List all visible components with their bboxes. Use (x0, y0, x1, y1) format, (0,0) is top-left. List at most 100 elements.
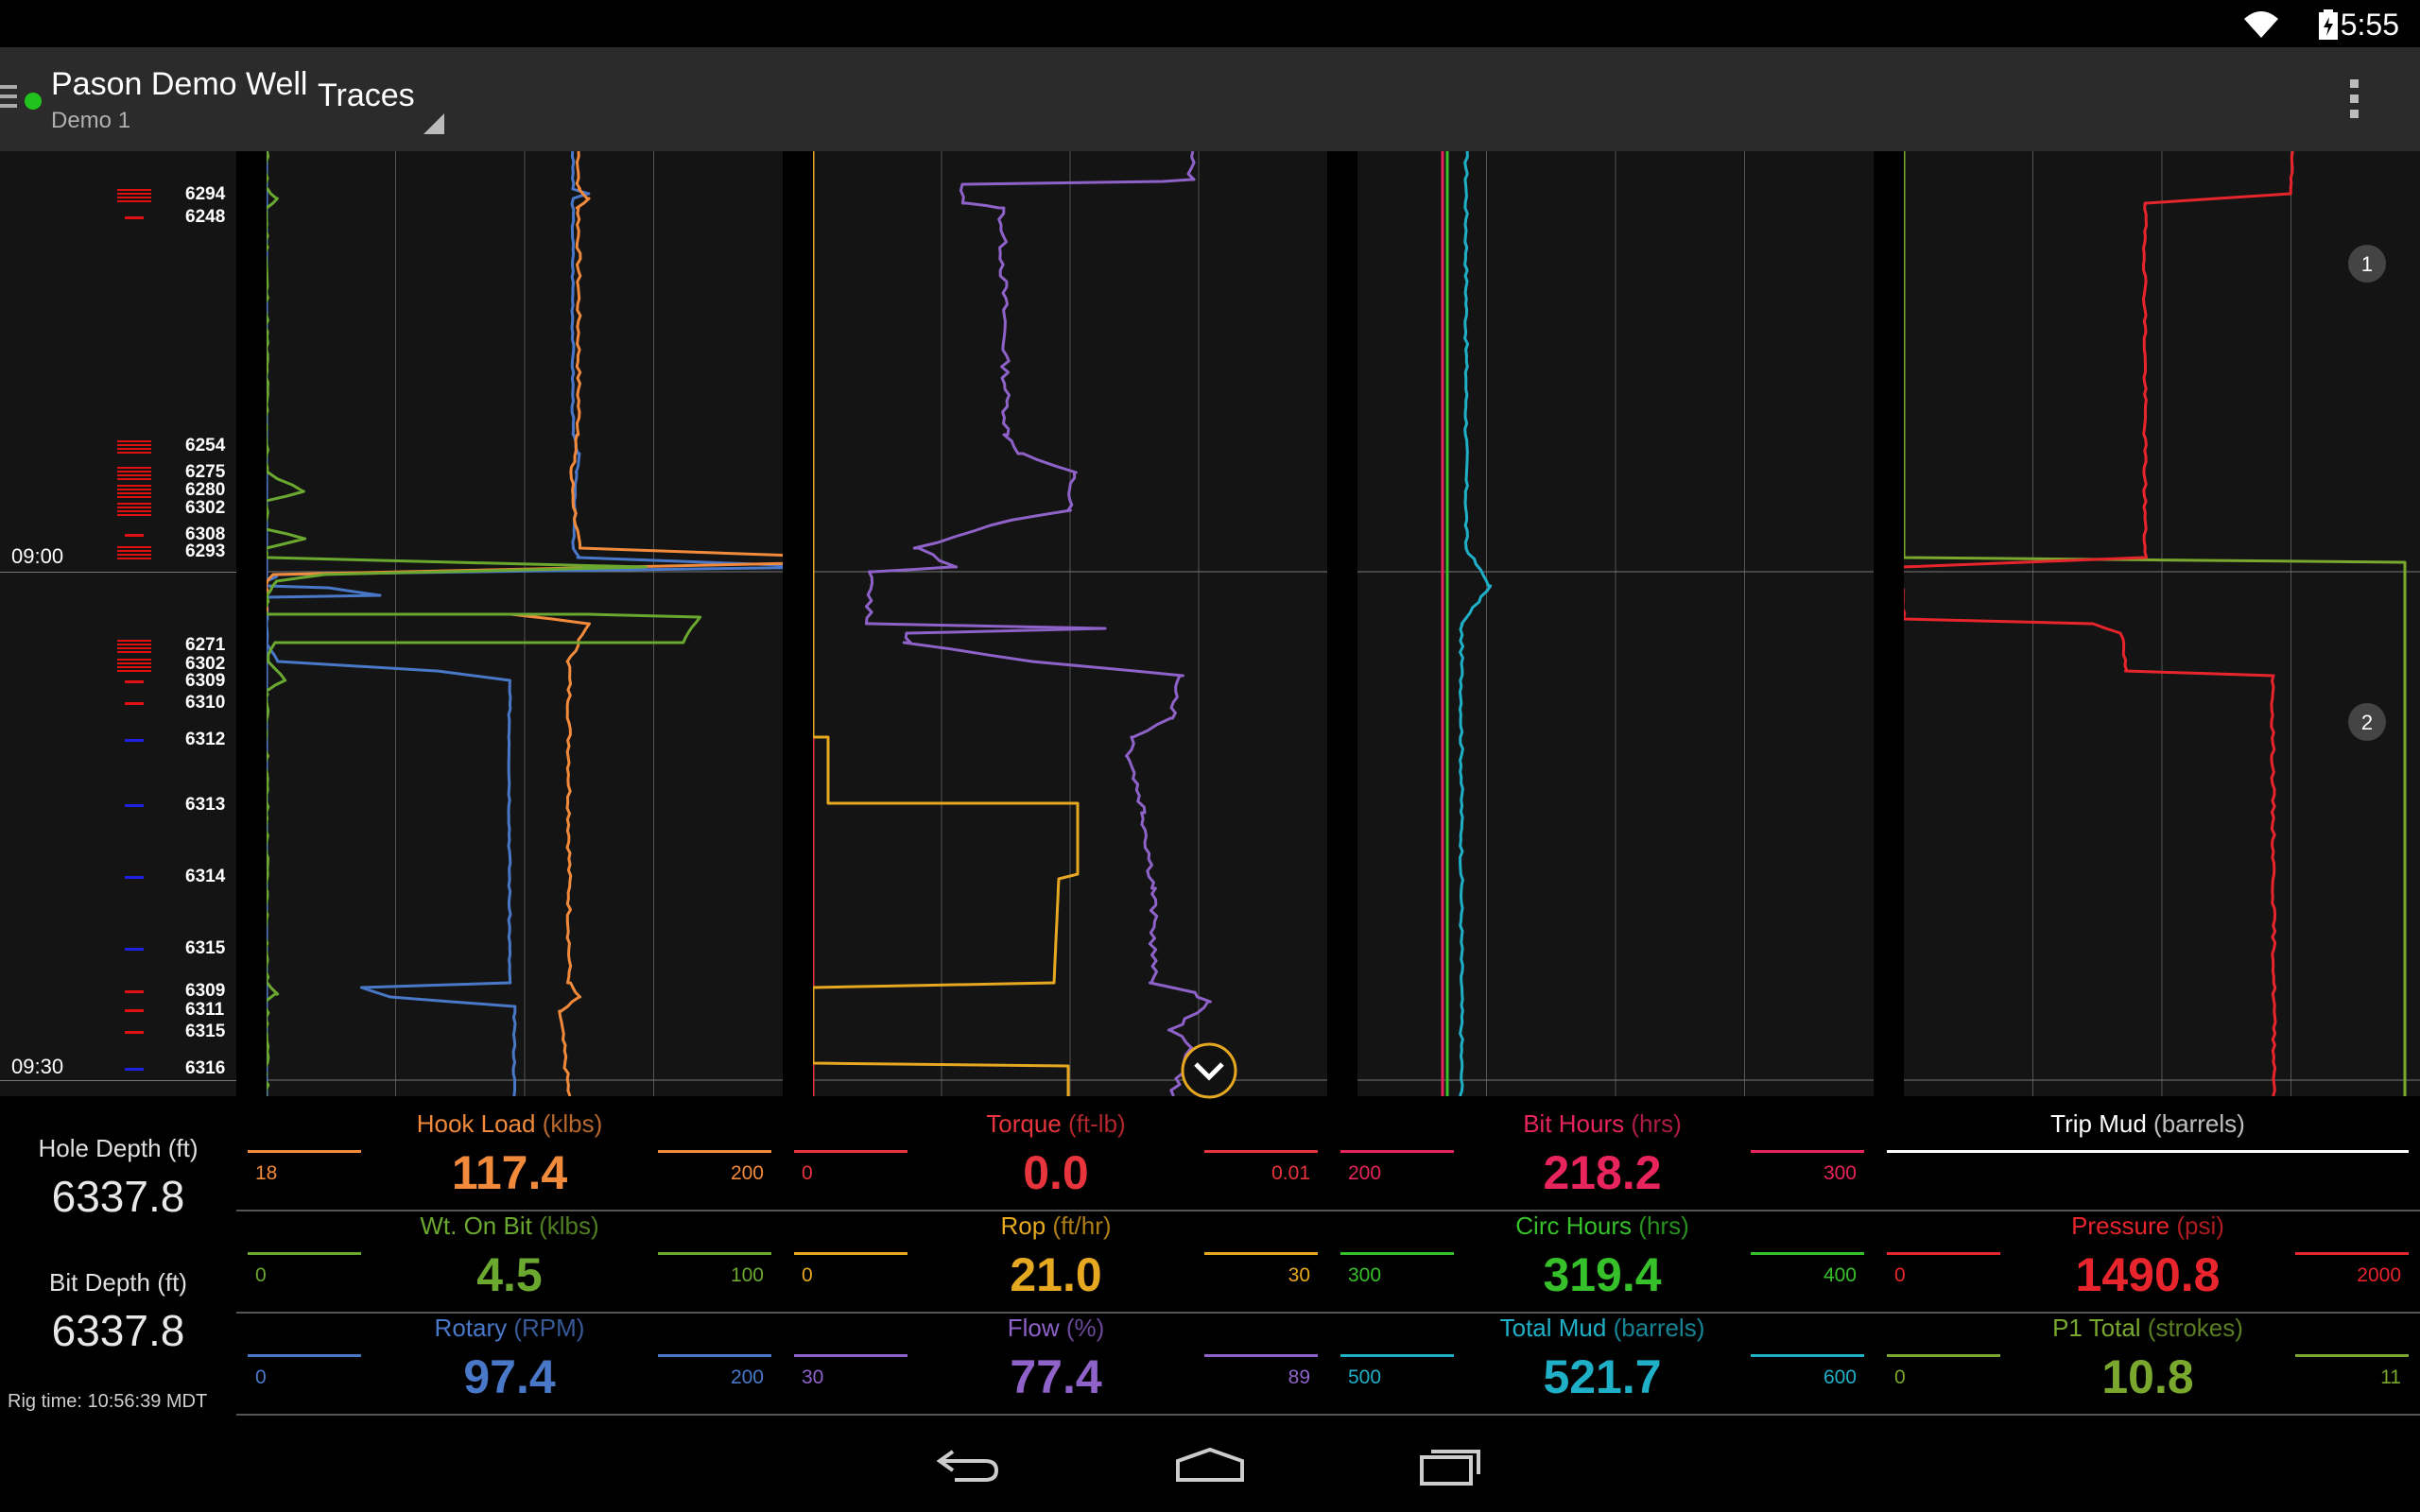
readout-title: Bit Hours (hrs) (1329, 1109, 1876, 1139)
action-bar: Pason Demo Well Demo 1 Traces (0, 47, 2420, 151)
status-bar: 5:55 (0, 0, 2420, 47)
hole-depth-readout: Hole Depth (ft) 6337.8 (0, 1134, 236, 1222)
readout-cell[interactable]: P1 Total (strokes) 0 11 10.8 (1876, 1310, 2420, 1412)
depth-tick (117, 640, 151, 653)
depth-label: 6309 (185, 981, 226, 1001)
readout-title: Pressure (psi) (1876, 1211, 2420, 1241)
rig-time: Rig time: 10:56:39 MDT (8, 1391, 208, 1412)
depth-label: 6316 (185, 1058, 226, 1078)
readout-cell[interactable]: Flow (%) 30 89 77.4 (783, 1310, 1329, 1412)
readout-name: Wt. On Bit (420, 1211, 532, 1240)
readout-title: Hook Load (klbs) (236, 1109, 783, 1139)
readout-value: 97.4 (463, 1350, 556, 1403)
readout-title: Wt. On Bit (klbs) (236, 1211, 783, 1241)
readout-value: 10.8 (2101, 1350, 2194, 1403)
depth-tick (125, 1009, 144, 1012)
hole-depth-value: 6337.8 (51, 1172, 185, 1221)
depth-tick (125, 216, 144, 219)
readout-panel: Hole Depth (ft) 6337.8 Bit Depth (ft) 63… (0, 1106, 2420, 1418)
readout-value: 117.4 (451, 1146, 568, 1199)
recent-apps-button-icon[interactable] (1418, 1444, 1484, 1486)
readout-name: P1 Total (2052, 1314, 2141, 1342)
overflow-menu-icon[interactable] (2350, 79, 2360, 119)
readout-title: Trip Mud (barrels) (1876, 1109, 2420, 1139)
total-mud-trace (1459, 151, 1493, 1096)
depth-label: 6271 (185, 635, 226, 655)
readout-title: Flow (%) (783, 1314, 1329, 1343)
depth-tick (125, 804, 144, 807)
depth-tick (117, 503, 151, 516)
readout-value: 319.4 (1543, 1248, 1662, 1301)
view-selector[interactable]: Traces (302, 68, 444, 134)
depth-tick (117, 659, 151, 672)
scroll-down-button[interactable] (1180, 1041, 1238, 1100)
status-time: 5:55 (2340, 8, 2399, 42)
depth-label: 6315 (185, 1022, 226, 1041)
time-label: 09:30 (11, 1055, 64, 1078)
view-selector-label: Traces (318, 77, 415, 113)
depth-tick (117, 440, 151, 454)
readout-row-divider (236, 1210, 2420, 1211)
readout-unit: (klbs) (539, 1211, 599, 1240)
readout-cell[interactable]: Wt. On Bit (klbs) 0 100 4.5 (236, 1208, 783, 1310)
readout-value: 1490.8 (2075, 1248, 2221, 1301)
readout-unit: (strokes) (2147, 1314, 2243, 1342)
readout-cell[interactable]: Trip Mud (barrels) (1876, 1106, 2420, 1208)
readout-unit: (klbs) (542, 1109, 603, 1138)
readout-title: Torque (ft-lb) (783, 1109, 1329, 1139)
well-subtitle: Demo 1 (51, 108, 131, 133)
readout-cell[interactable]: Torque (ft-lb) 0 0.01 0.0 (783, 1106, 1329, 1208)
readout-full-bar (1887, 1150, 2409, 1153)
readout-cell[interactable]: Hook Load (klbs) 18 200 117.4 (236, 1106, 783, 1208)
readout-unit: (RPM) (513, 1314, 585, 1342)
depth-label: 6294 (185, 184, 226, 204)
depth-label: 6313 (185, 795, 226, 815)
readout-unit: (psi) (2176, 1211, 2224, 1240)
trace-chart-torque-rop-flow (813, 151, 1327, 1096)
readout-cell[interactable]: Total Mud (barrels) 500 600 521.7 (1329, 1310, 1876, 1412)
readout-unit: (ft/hr) (1052, 1211, 1112, 1240)
navigation-bar (0, 1418, 2420, 1512)
readout-cell[interactable]: Circ Hours (hrs) 300 400 319.4 (1329, 1208, 1876, 1310)
bit-depth-label: Bit Depth (ft) (49, 1268, 187, 1297)
wifi-icon (2244, 11, 2278, 38)
readout-unit: (hrs) (1638, 1211, 1689, 1240)
time-gridline (0, 1080, 236, 1081)
time-gridline (0, 572, 236, 573)
trace-panel-hours-mud[interactable] (1357, 151, 1874, 1096)
readout-title: Total Mud (barrels) (1329, 1314, 1876, 1343)
drawer-menu-icon[interactable] (0, 85, 17, 110)
bit-depth-readout: Bit Depth (ft) 6337.8 (0, 1268, 236, 1356)
trace-panel-pressure[interactable]: 12 (1904, 151, 2420, 1096)
readout-cell[interactable]: Rop (ft/hr) 0 30 21.0 (783, 1208, 1329, 1310)
readout-unit: (ft-lb) (1068, 1109, 1126, 1138)
readout-cell[interactable]: Pressure (psi) 0 2000 1490.8 (1876, 1208, 2420, 1310)
depth-label: 6310 (185, 693, 226, 713)
home-button-icon[interactable] (1174, 1446, 1246, 1484)
well-name[interactable]: Pason Demo Well (51, 66, 308, 103)
depth-tick (125, 702, 144, 705)
readout-cell[interactable]: Rotary (RPM) 0 200 97.4 (236, 1310, 783, 1412)
depth-tick (117, 189, 151, 202)
connection-status-dot (25, 93, 42, 110)
readout-title: P1 Total (strokes) (1876, 1314, 2420, 1343)
depth-tick (125, 1031, 144, 1034)
depth-tick (125, 739, 144, 742)
depth-tick (117, 546, 151, 559)
readout-name: Torque (986, 1109, 1062, 1138)
readout-name: Circ Hours (1515, 1211, 1633, 1240)
depth-label: 6311 (185, 1000, 225, 1020)
depth-tick (125, 534, 144, 537)
depth-tick (117, 467, 151, 480)
readout-cell[interactable]: Bit Hours (hrs) 200 300 218.2 (1329, 1106, 1876, 1208)
readout-value: 0.0 (1023, 1146, 1089, 1199)
readout-title: Circ Hours (hrs) (1329, 1211, 1876, 1241)
trace-panel-torque-rop-flow[interactable] (813, 151, 1327, 1096)
depth-label: 6254 (185, 436, 226, 455)
dropdown-triangle-icon (424, 113, 444, 134)
readout-name: Flow (1007, 1314, 1060, 1342)
trace-panel-drilling[interactable] (267, 151, 783, 1096)
p1-total-trace (1904, 151, 2407, 1096)
readout-value: 4.5 (476, 1248, 543, 1301)
back-button-icon[interactable] (936, 1446, 1002, 1484)
